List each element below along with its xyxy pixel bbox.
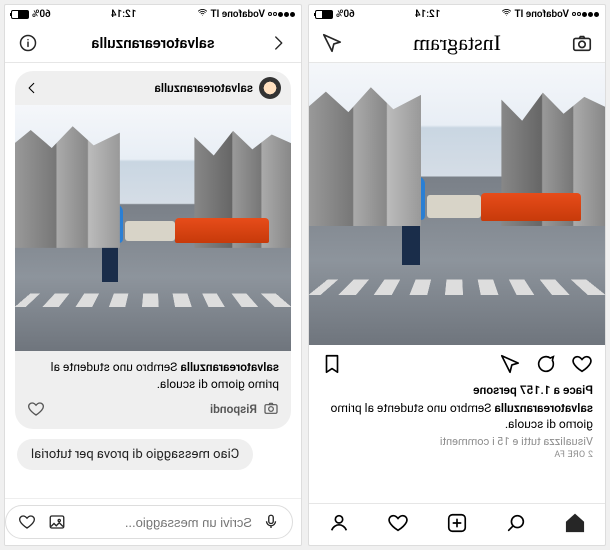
status-bar: Vodafone IT 12:14 60%: [5, 5, 301, 23]
search-tab[interactable]: [505, 512, 527, 538]
feed-image[interactable]: [309, 63, 605, 345]
like-button[interactable]: [571, 353, 593, 379]
battery-pct: 60%: [336, 9, 355, 20]
battery-pct: 60%: [32, 9, 51, 20]
likes-count[interactable]: Piace a 1.157 persone: [321, 383, 593, 397]
feed-header: Instagram: [309, 23, 605, 63]
status-bar: Vodafone IT 12:14 60%: [309, 5, 605, 23]
tab-bar: [309, 503, 605, 545]
info-button[interactable]: [17, 32, 39, 54]
caption-username: salvatorearanzulla: [180, 360, 279, 374]
feed-caption: salvatorearanzulla Sembro uno studente a…: [321, 400, 593, 432]
battery-icon: [11, 10, 29, 19]
instagram-logo: Instagram: [413, 30, 501, 56]
signal-icon: [572, 12, 599, 17]
dm-input-bar: [5, 498, 301, 545]
feed-screen: Vodafone IT 12:14 60% Instagram: [308, 4, 606, 546]
wifi-icon: [501, 7, 512, 21]
signal-icon: [268, 12, 295, 17]
mic-button[interactable]: [260, 511, 282, 533]
carrier-label: Vodafone IT: [211, 9, 265, 20]
comment-button[interactable]: [535, 353, 557, 379]
carrier-label: Vodafone IT: [515, 9, 569, 20]
share-button[interactable]: [499, 353, 521, 379]
clock: 12:14: [415, 9, 441, 20]
activity-tab[interactable]: [387, 512, 409, 538]
gallery-button[interactable]: [46, 511, 68, 533]
chevron-right-icon: [25, 81, 39, 95]
home-tab[interactable]: [564, 512, 586, 538]
add-tab[interactable]: [446, 512, 468, 538]
message-input[interactable]: [76, 515, 252, 530]
battery-icon: [315, 10, 333, 19]
shared-post-image: [15, 105, 291, 351]
dm-screen: Vodafone IT 12:14 60% salvatorearanzulla: [4, 4, 302, 546]
heart-button[interactable]: [16, 511, 38, 533]
shared-post-username: salvatorearanzulla: [45, 81, 253, 95]
time-ago: 2 ORE FA: [321, 450, 593, 460]
outgoing-message: Ciao messaggio di prova per tutorial: [17, 439, 253, 470]
dm-title: salvatorearanzulla: [91, 34, 214, 52]
camera-header-button[interactable]: [571, 32, 593, 54]
dm-header: salvatorearanzulla: [5, 23, 301, 63]
camera-icon: [263, 400, 279, 419]
avatar: [259, 77, 281, 99]
feed-action-row: [309, 345, 605, 383]
wifi-icon: [197, 7, 208, 21]
reply-button[interactable]: Rispondi: [210, 402, 257, 416]
clock: 12:14: [111, 9, 137, 20]
shared-post-caption: salvatorearanzulla Sembro uno studente a…: [15, 351, 291, 397]
profile-tab[interactable]: [328, 512, 350, 538]
direct-button[interactable]: [321, 32, 343, 54]
back-button[interactable]: [267, 32, 289, 54]
shared-post-card[interactable]: salvatorearanzulla salvatorearanzulla Se…: [15, 71, 291, 429]
bookmark-button[interactable]: [321, 353, 343, 379]
view-comments[interactable]: Visualizza tutti e 15 i commenti: [321, 435, 593, 448]
caption-username[interactable]: salvatorearanzulla: [494, 401, 593, 415]
like-reply-button[interactable]: [27, 400, 45, 418]
